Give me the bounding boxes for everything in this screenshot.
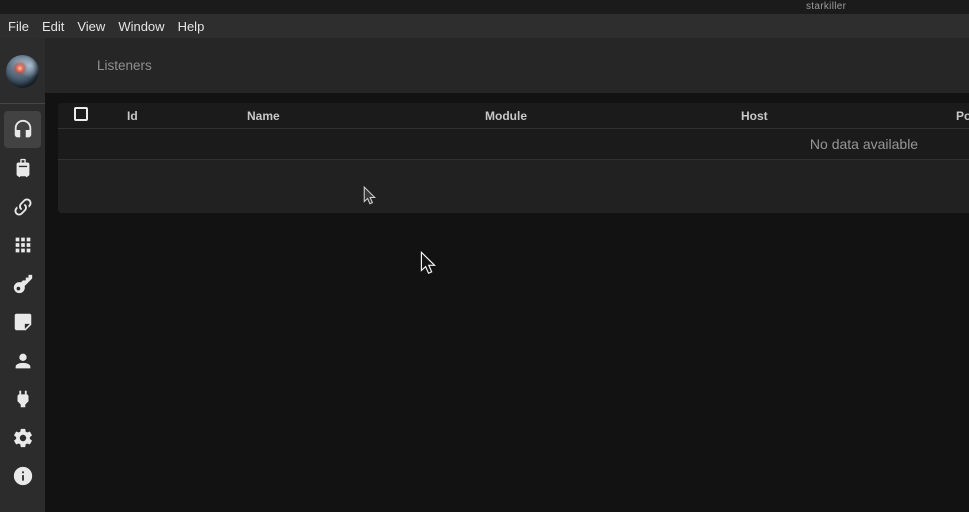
gear-icon xyxy=(12,427,34,449)
apps-grid-icon xyxy=(12,234,34,256)
sidebar-item-agents[interactable] xyxy=(4,188,41,225)
app-window: starkiller File Edit View Window Help xyxy=(0,0,969,512)
menu-view[interactable]: View xyxy=(77,19,105,34)
user-icon xyxy=(12,350,34,372)
column-header-host[interactable]: Host xyxy=(741,109,768,123)
link-icon xyxy=(12,196,34,218)
sidebar-nav xyxy=(4,111,41,496)
window-title: starkiller xyxy=(806,1,846,12)
table-empty-row: No data available xyxy=(58,129,969,160)
sidebar-item-about[interactable] xyxy=(4,458,41,495)
sidebar-item-settings[interactable] xyxy=(4,419,41,456)
column-header-module[interactable]: Module xyxy=(485,109,527,123)
no-data-text: No data available xyxy=(810,136,918,152)
column-header-name[interactable]: Name xyxy=(247,109,280,123)
sidebar-item-credentials[interactable] xyxy=(4,265,41,302)
window-titlebar: starkiller xyxy=(0,0,969,14)
plug-icon xyxy=(12,388,34,410)
info-icon xyxy=(12,465,34,487)
sidebar-item-reporting[interactable] xyxy=(4,304,41,341)
page-title: Listeners xyxy=(97,58,152,73)
listeners-table: Id Name Module Host Port No data availab… xyxy=(58,103,969,213)
column-header-port[interactable]: Port xyxy=(956,109,969,123)
menu-edit[interactable]: Edit xyxy=(42,19,64,34)
note-icon xyxy=(12,311,34,333)
top-app-bar: Listeners xyxy=(45,38,969,93)
sidebar-item-users[interactable] xyxy=(4,342,41,379)
sidebar-item-listeners[interactable] xyxy=(4,111,41,148)
content-area: Id Name Module Host Port No data availab… xyxy=(45,93,969,512)
table-footer xyxy=(58,160,969,213)
menu-window[interactable]: Window xyxy=(118,19,164,34)
starkiller-logo-icon xyxy=(6,55,39,88)
logo-section xyxy=(0,38,45,104)
menu-help[interactable]: Help xyxy=(178,19,205,34)
headphones-icon xyxy=(12,119,34,141)
sidebar xyxy=(0,38,45,512)
suitcase-icon xyxy=(12,157,34,179)
sidebar-item-stagers[interactable] xyxy=(4,150,41,187)
sidebar-item-plugins[interactable] xyxy=(4,381,41,418)
menu-file[interactable]: File xyxy=(8,19,29,34)
select-all-checkbox[interactable] xyxy=(74,107,88,121)
menu-bar: File Edit View Window Help xyxy=(0,14,969,38)
key-icon xyxy=(12,273,34,295)
column-header-id[interactable]: Id xyxy=(127,109,138,123)
table-header-row: Id Name Module Host Port xyxy=(58,103,969,129)
sidebar-item-modules[interactable] xyxy=(4,227,41,264)
main-area: Listeners Id Name Module Host Port No da… xyxy=(45,38,969,512)
